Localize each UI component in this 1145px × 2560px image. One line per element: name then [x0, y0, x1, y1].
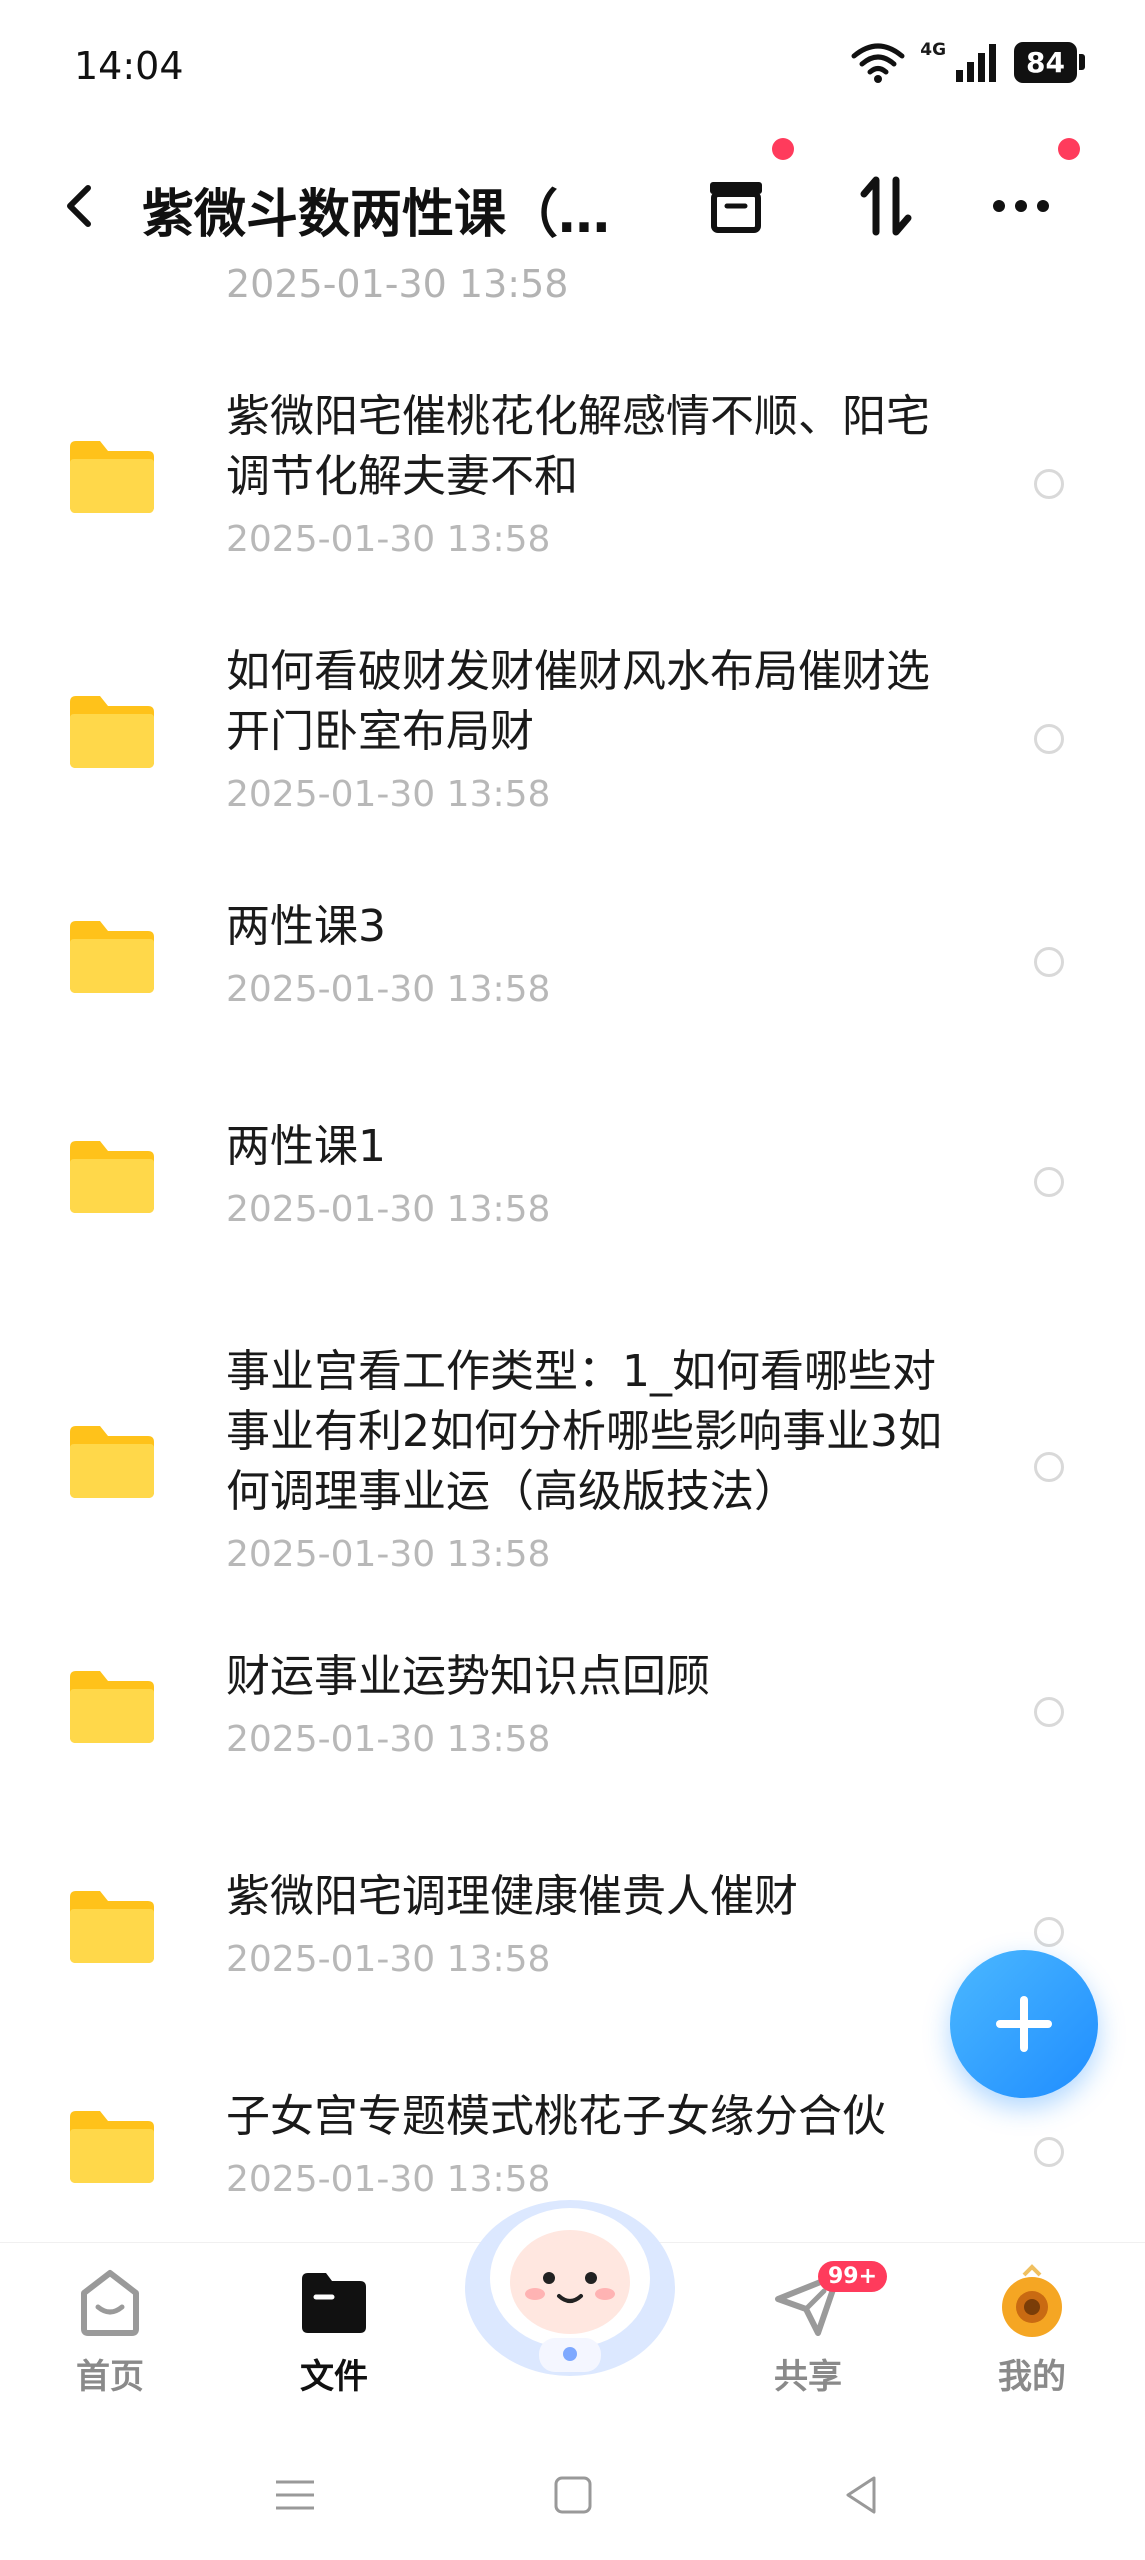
file-date: 2025-01-30 13:58 — [226, 969, 551, 1010]
archive-icon[interactable] — [700, 170, 772, 242]
file-date: 2025-01-30 13:58 — [226, 1189, 551, 1230]
select-radio[interactable] — [1034, 1697, 1064, 1727]
notification-dot — [772, 138, 794, 160]
page-title: 紫微斗数两性课（… — [142, 185, 611, 245]
wifi-icon — [851, 43, 905, 83]
folder-icon — [70, 1891, 154, 1963]
folder-icon — [70, 1141, 154, 1213]
more-icon[interactable] — [985, 170, 1057, 242]
folder-icon — [70, 1426, 154, 1498]
battery-indicator: 84 — [1014, 41, 1077, 83]
file-name: 子女宫专题模式桃花子女缘分合伙 — [226, 2091, 886, 2142]
status-icons: 4G 84 — [850, 40, 1085, 84]
nav-home[interactable]: 首页 — [30, 2263, 190, 2398]
folder-icon — [70, 1671, 154, 1743]
back-icon[interactable] — [50, 176, 110, 236]
network-label: 4G — [920, 40, 947, 60]
status-bar: 14:04 4G 84 — [0, 0, 1145, 135]
menu-icon[interactable] — [270, 2470, 320, 2520]
folder-icon — [70, 921, 154, 993]
nav-mine[interactable]: 我的 — [952, 2263, 1112, 2398]
file-list: 2025-01-30 13:58 紫微阳宅催桃花化解感情不顺、阳宅调节化解夫妻不… — [0, 262, 1145, 2242]
select-radio[interactable] — [1034, 2137, 1064, 2167]
nav-files[interactable]: 文件 — [254, 2263, 414, 2398]
notification-dot — [1058, 138, 1080, 160]
select-radio[interactable] — [1034, 724, 1064, 754]
signal-icon — [956, 44, 997, 82]
sort-icon[interactable] — [850, 170, 922, 242]
select-radio[interactable] — [1034, 1917, 1064, 1947]
system-nav-bar — [0, 2430, 1145, 2560]
file-name: 紫微阳宅调理健康催贵人催财 — [226, 1871, 798, 1922]
list-item-date: 2025-01-30 13:58 — [226, 262, 569, 304]
status-time: 14:04 — [74, 44, 184, 88]
nav-files-label: 文件 — [300, 2357, 368, 2397]
back-triangle-icon[interactable] — [836, 2470, 886, 2520]
file-name: 两性课3 — [226, 901, 386, 952]
header-bar: 紫微斗数两性课（… — [0, 138, 1145, 260]
select-radio[interactable] — [1034, 469, 1064, 499]
folder-icon — [70, 2111, 154, 2183]
file-date: 2025-01-30 13:58 — [226, 1534, 551, 1575]
mascot-icon[interactable] — [455, 2170, 685, 2380]
file-name: 紫微阳宅催桃花化解感情不顺、阳宅调节化解夫妻不和 — [226, 391, 930, 502]
folder-icon — [70, 441, 154, 513]
add-button[interactable] — [950, 1950, 1098, 2098]
home-square-icon[interactable] — [548, 2470, 598, 2520]
file-date: 2025-01-30 13:58 — [226, 774, 551, 815]
file-name: 两性课1 — [226, 1121, 386, 1172]
share-badge: 99+ — [818, 2261, 888, 2292]
file-date: 2025-01-30 13:58 — [226, 519, 551, 560]
nav-share-label: 共享 — [774, 2357, 842, 2397]
file-name: 事业宫看工作类型：1_如何看哪些对事业有利2如何分析哪些影响事业3如何调理事业运… — [226, 1346, 942, 1517]
home-icon — [81, 2270, 139, 2336]
battery-tip — [1079, 54, 1085, 70]
select-radio[interactable] — [1034, 1452, 1064, 1482]
file-name: 财运事业运势知识点回顾 — [226, 1651, 710, 1702]
file-name: 如何看破财发财催财风水布局催财选开门卧室布局财 — [226, 646, 930, 757]
nav-mine-label: 我的 — [998, 2357, 1066, 2397]
select-radio[interactable] — [1034, 947, 1064, 977]
avatar-icon — [1002, 2264, 1062, 2337]
folder-icon — [70, 696, 154, 768]
nav-share[interactable]: 99+ 共享 — [728, 2261, 888, 2398]
file-date: 2025-01-30 13:58 — [226, 1939, 551, 1980]
file-icon — [302, 2273, 366, 2333]
select-radio[interactable] — [1034, 1167, 1064, 1197]
file-date: 2025-01-30 13:58 — [226, 1719, 551, 1760]
nav-home-label: 首页 — [76, 2357, 144, 2397]
